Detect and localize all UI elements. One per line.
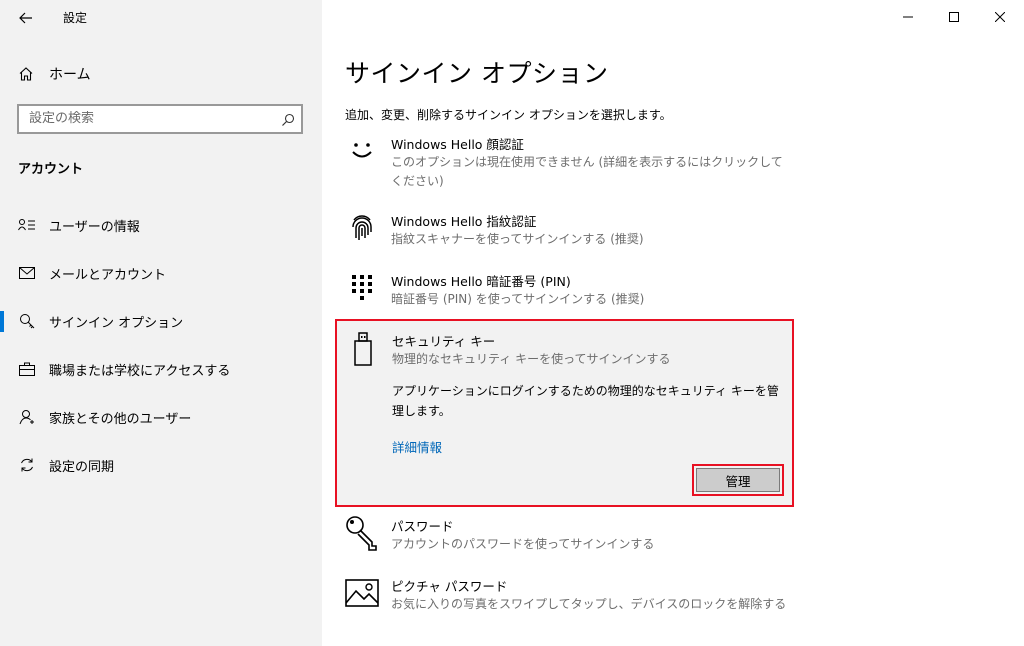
option-description: 暗証番号 (PIN) を使ってサインインする (推奨) bbox=[391, 292, 645, 306]
option-face[interactable]: Windows Hello 顔認証 このオプションは現在使用できません (詳細を… bbox=[345, 134, 785, 192]
sidebar-item-work-school[interactable]: 職場または学校にアクセスする bbox=[0, 349, 322, 389]
sidebar-item-label: サインイン オプション bbox=[49, 315, 184, 331]
nav-home-label: ホーム bbox=[49, 67, 91, 83]
search-icon[interactable] bbox=[281, 112, 295, 131]
password-key-icon bbox=[345, 516, 379, 551]
pin-keypad-icon bbox=[345, 271, 379, 305]
option-description: アカウントのパスワードを使ってサインインする bbox=[391, 537, 655, 551]
close-button[interactable] bbox=[977, 0, 1023, 32]
option-title: Windows Hello 指紋認証 bbox=[391, 214, 537, 229]
search-input[interactable] bbox=[29, 111, 269, 126]
sync-icon bbox=[18, 457, 36, 473]
sidebar-item-label: 設定の同期 bbox=[49, 459, 115, 475]
option-title: パスワード bbox=[391, 519, 454, 534]
usb-key-icon bbox=[349, 331, 377, 367]
minimize-button[interactable] bbox=[885, 0, 931, 32]
mail-icon bbox=[18, 265, 36, 281]
option-description: 物理的なセキュリティ キーを使ってサインインする bbox=[392, 352, 671, 366]
option-description: このオプションは現在使用できません (詳細を表示するにはクリックしてください) bbox=[391, 155, 783, 188]
sidebar-item-label: ユーザーの情報 bbox=[49, 219, 140, 235]
option-title: ピクチャ パスワード bbox=[391, 579, 508, 594]
minimize-icon bbox=[903, 7, 913, 26]
manage-button-highlight: 管理 bbox=[692, 464, 784, 496]
section-header: アカウント bbox=[18, 162, 84, 177]
app-title: 設定 bbox=[63, 11, 88, 25]
option-picture-password[interactable]: ピクチャ パスワード お気に入りの写真をスワイプしてタップし、デバイスのロックを… bbox=[345, 576, 786, 616]
fingerprint-icon bbox=[345, 211, 379, 245]
option-title: Windows Hello 暗証番号 (PIN) bbox=[391, 274, 571, 289]
sidebar-item-mail[interactable]: メールとアカウント bbox=[0, 253, 322, 293]
option-title: Windows Hello 顔認証 bbox=[391, 137, 524, 152]
maximize-button[interactable] bbox=[931, 0, 977, 32]
maximize-icon bbox=[949, 7, 959, 26]
learn-more-link[interactable]: 詳細情報 bbox=[392, 437, 442, 456]
option-fingerprint[interactable]: Windows Hello 指紋認証 指紋スキャナーを使ってサインインする (推… bbox=[345, 211, 785, 251]
option-title: セキュリティ キー bbox=[392, 334, 496, 349]
picture-icon bbox=[345, 576, 379, 610]
face-icon bbox=[345, 134, 379, 168]
sidebar-item-label: 家族とその他のユーザー bbox=[49, 411, 192, 427]
option-description: お気に入りの写真をスワイプしてタップし、デバイスのロックを解除する bbox=[391, 597, 787, 611]
sidebar-item-user-info[interactable]: ユーザーの情報 bbox=[0, 205, 322, 245]
option-security-key-expanded: セキュリティ キー 物理的なセキュリティ キーを使ってサインインする アプリケー… bbox=[335, 319, 794, 507]
back-button[interactable] bbox=[14, 6, 38, 30]
option-description: 指紋スキャナーを使ってサインインする (推奨) bbox=[391, 232, 644, 246]
security-key-detail: アプリケーションにログインするための物理的なセキュリティ キーを管理します。 bbox=[392, 384, 779, 418]
key-icon bbox=[18, 313, 36, 329]
sidebar-item-sync[interactable]: 設定の同期 bbox=[0, 445, 322, 485]
arrow-left-icon bbox=[19, 9, 33, 28]
sidebar: 設定 ホーム アカウント ユーザーの情報 メールとアカウント サインイン オプシ… bbox=[0, 0, 322, 646]
page-description: 追加、変更、削除するサインイン オプションを選択します。 bbox=[345, 108, 672, 122]
page-title: サインイン オプション bbox=[345, 59, 609, 88]
option-password[interactable]: パスワード アカウントのパスワードを使ってサインインする bbox=[345, 516, 785, 556]
search-box bbox=[17, 104, 303, 134]
close-icon bbox=[994, 7, 1006, 26]
option-pin[interactable]: Windows Hello 暗証番号 (PIN) 暗証番号 (PIN) を使って… bbox=[345, 271, 785, 311]
manage-button[interactable]: 管理 bbox=[696, 468, 780, 492]
home-icon bbox=[16, 66, 36, 82]
briefcase-icon bbox=[18, 361, 36, 377]
active-indicator bbox=[0, 311, 4, 332]
user-info-icon bbox=[18, 217, 36, 233]
nav-home[interactable]: ホーム bbox=[16, 62, 91, 86]
person-add-icon bbox=[18, 409, 36, 425]
sidebar-item-label: メールとアカウント bbox=[49, 267, 167, 283]
sidebar-item-signin-options[interactable]: サインイン オプション bbox=[0, 301, 322, 341]
sidebar-item-label: 職場または学校にアクセスする bbox=[49, 363, 231, 379]
sidebar-item-family[interactable]: 家族とその他のユーザー bbox=[0, 397, 322, 437]
